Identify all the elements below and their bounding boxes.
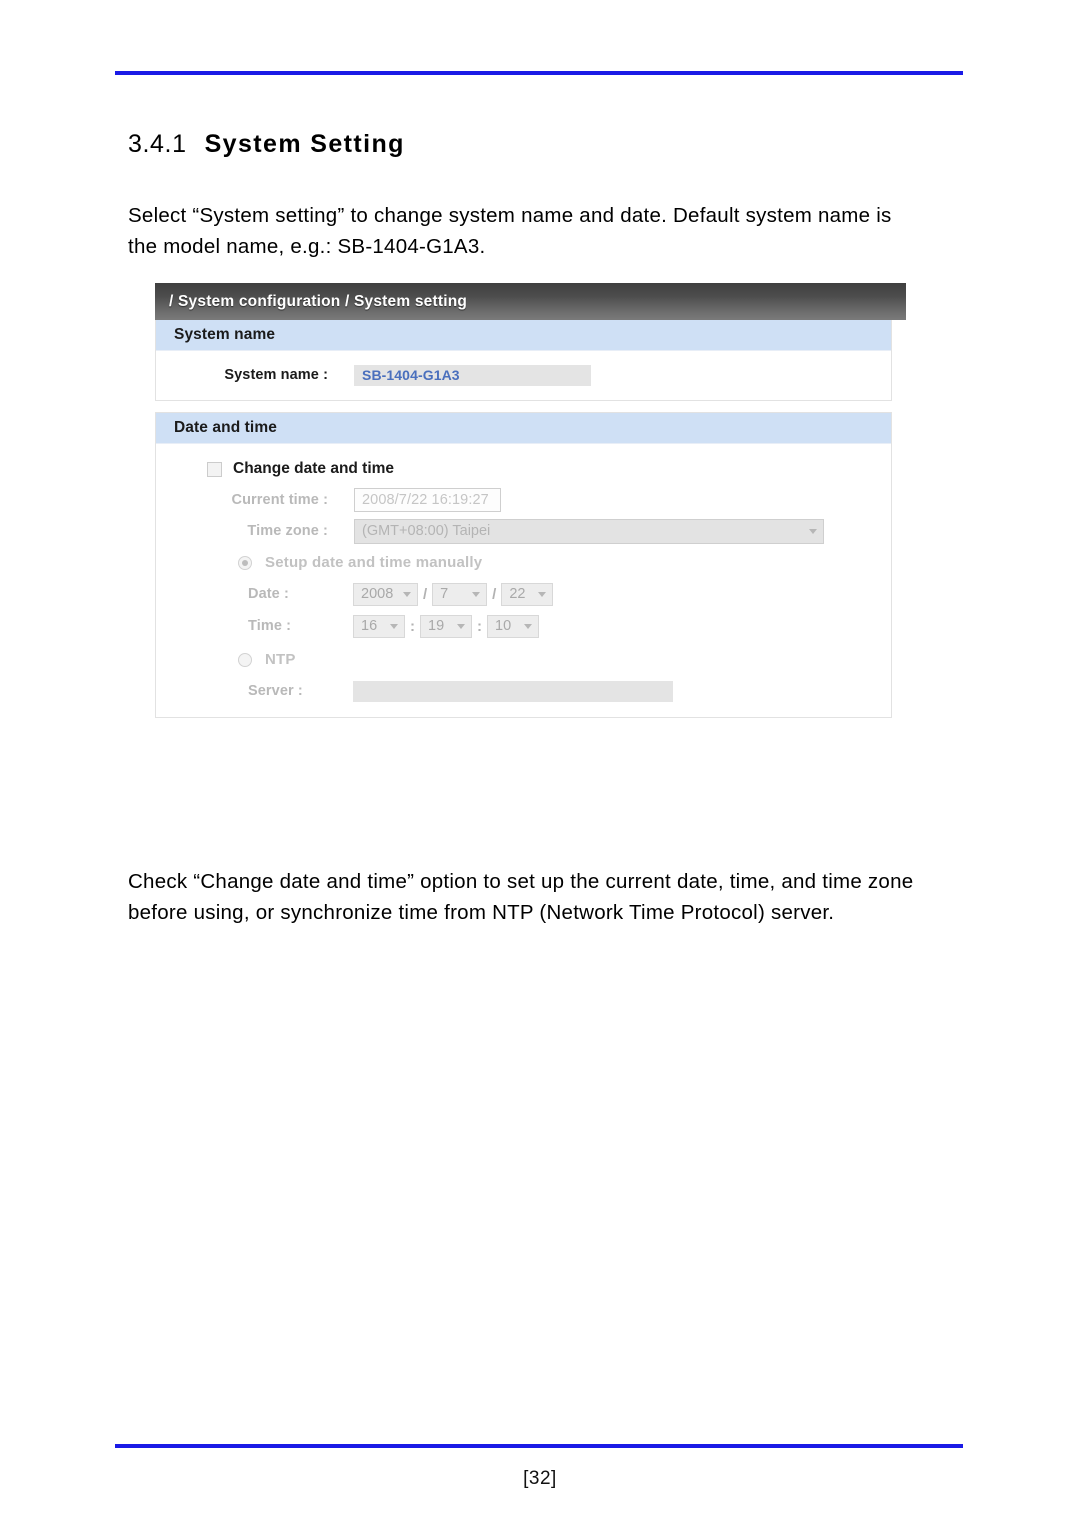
chevron-down-icon [390,624,398,629]
page-title: 3.4.1 System Setting [128,130,405,159]
time-zone-row: Time zone : (GMT+08:00) Taipei [156,515,891,547]
current-time-label: Current time : [231,492,328,508]
system-name-group: System name System name : SB-1404-G1A3 [155,320,892,401]
date-day-select[interactable]: 22 [501,582,554,606]
current-time-row: Current time : 2008/7/22 16:19:27 [156,485,891,515]
breadcrumb: / System configuration / System setting [169,292,468,310]
section-title: System Setting [204,130,405,158]
outro-paragraph: Check “Change date and time” option to s… [128,870,914,924]
manual-setup-radio[interactable] [238,555,252,570]
date-and-time-group-title: Date and time [156,413,891,444]
time-minute-select[interactable]: 19 [420,614,472,638]
chevron-down-icon [403,592,411,597]
current-time-input[interactable]: 2008/7/22 16:19:27 [354,488,501,512]
date-and-time-group-body: Change date and time Current time : 2008… [156,444,891,717]
date-separator-1: / [423,585,428,603]
time-zone-label: Time zone : [247,523,328,539]
date-month-value: 7 [440,586,449,602]
server-input[interactable] [353,680,673,702]
system-name-group-title: System name [156,320,891,351]
section-number: 3.4.1 [128,130,187,158]
page-number: [32] [523,1468,557,1489]
chevron-down-icon [538,592,547,597]
time-second-value: 10 [495,618,512,634]
change-date-time-row[interactable]: Change date and time [156,453,891,485]
page-top-rule [115,71,963,75]
time-second-select[interactable]: 10 [487,614,539,638]
date-label: Date : [248,586,289,602]
ntp-row[interactable]: NTP [156,644,891,675]
time-hour-value: 16 [361,618,378,634]
date-month-select[interactable]: 7 [432,582,488,606]
system-name-input[interactable]: SB-1404-G1A3 [354,364,591,386]
date-year-value: 2008 [361,586,394,602]
embedded-screenshot: / System configuration / System setting … [155,283,906,718]
time-label: Time : [248,618,292,634]
system-name-group-body: System name : SB-1404-G1A3 [156,351,891,400]
time-zone-value: (GMT+08:00) Taipei [362,523,491,539]
ntp-radio[interactable] [238,652,252,667]
server-label: Server : [248,683,303,699]
time-zone-select[interactable]: (GMT+08:00) Taipei [354,518,824,544]
chevron-down-icon [524,624,532,629]
time-hour-select[interactable]: 16 [353,614,405,638]
chevron-down-icon [809,529,817,534]
time-separator-1: : [410,617,415,635]
page-bottom-rule [115,1444,963,1448]
screenshot-header-bar: / System configuration / System setting [155,283,906,320]
system-name-row: System name : SB-1404-G1A3 [156,360,891,390]
date-separator-2: / [492,585,497,603]
time-minute-value: 19 [428,618,445,634]
chevron-down-icon [457,624,465,629]
date-and-time-group: Date and time Change date and time Curre… [155,412,892,718]
chevron-down-icon [472,592,481,597]
manual-setup-label: Setup date and time manually [265,554,483,571]
date-day-value: 22 [509,586,526,602]
manual-setup-row[interactable]: Setup date and time manually [156,547,891,578]
system-name-label: System name : [224,367,328,383]
screenshot-body: System name System name : SB-1404-G1A3 D… [155,320,892,718]
time-separator-2: : [477,617,482,635]
date-year-select[interactable]: 2008 [353,582,418,606]
ntp-label: NTP [265,651,296,668]
date-row: Date : 2008 / 7 / 22 [156,578,891,610]
change-date-time-label: Change date and time [233,460,395,477]
server-row: Server : [156,675,891,707]
time-row: Time : 16 : 19 : 10 [156,610,891,642]
change-date-time-checkbox[interactable] [207,461,222,477]
intro-paragraph: Select “System setting” to change system… [128,204,892,258]
